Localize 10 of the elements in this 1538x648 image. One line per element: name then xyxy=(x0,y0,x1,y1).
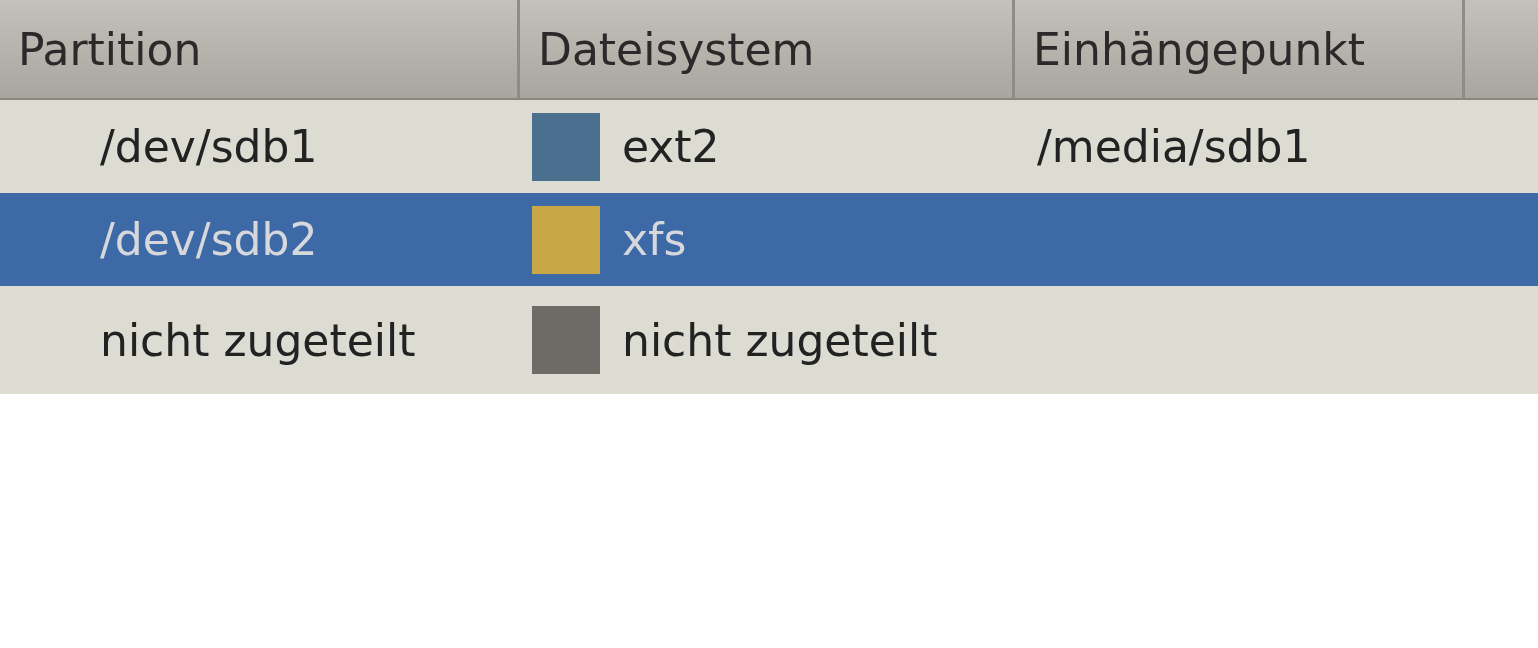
filesystem-cell: ext2 xyxy=(622,121,720,172)
filesystem-cell: xfs xyxy=(622,214,687,265)
table-row[interactable]: /dev/sdb2 xfs xyxy=(0,193,1538,286)
table-row[interactable]: nicht zugeteilt nicht zugeteilt xyxy=(0,286,1538,394)
partition-cell: /dev/sdb2 xyxy=(100,214,318,265)
mountpoint-cell: /media/sdb1 xyxy=(1037,121,1311,172)
table-row[interactable]: /dev/sdb1 ext2 /media/sdb1 xyxy=(0,100,1538,193)
filesystem-cell: nicht zugeteilt xyxy=(622,314,938,366)
partition-cell: /dev/sdb1 xyxy=(100,121,318,172)
partition-cell: nicht zugeteilt xyxy=(100,314,416,366)
